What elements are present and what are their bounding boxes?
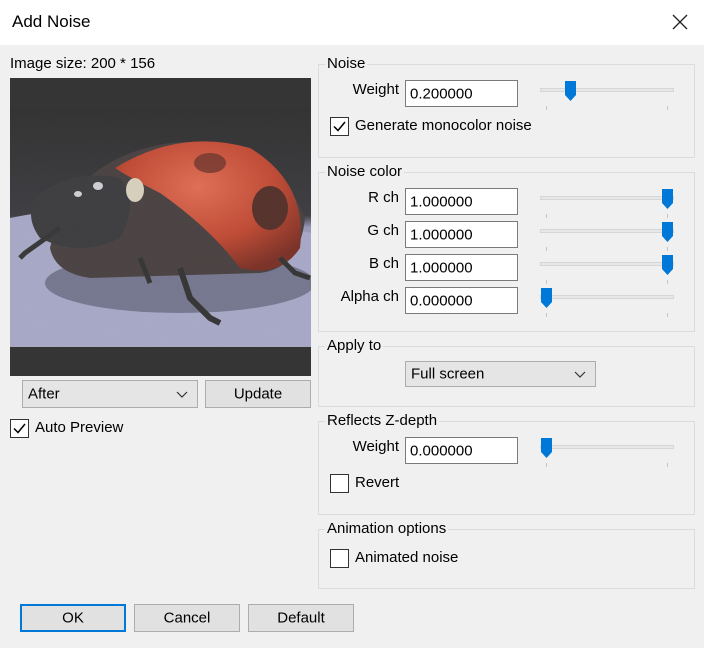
- slider-tick: [546, 214, 547, 218]
- view-mode-value: After: [28, 385, 60, 403]
- g-channel-value: 1.000000: [410, 226, 473, 243]
- apply-to-select[interactable]: Full screen: [405, 361, 596, 387]
- b-channel-value: 1.000000: [410, 259, 473, 276]
- ok-button-label: OK: [62, 609, 84, 627]
- slider-thumb[interactable]: [662, 222, 673, 242]
- slider-tick: [667, 313, 668, 317]
- noise-group-title: Noise: [325, 55, 368, 72]
- cancel-button-label: Cancel: [163, 609, 211, 627]
- ok-button[interactable]: OK: [20, 604, 126, 632]
- b-channel-slider[interactable]: [540, 254, 674, 284]
- noise-weight-label: Weight: [352, 81, 399, 98]
- r-channel-label: R ch: [368, 189, 399, 206]
- z-depth-weight-slider[interactable]: [540, 437, 674, 467]
- animated-noise-label: Animated noise: [355, 549, 459, 566]
- alpha-channel-slider[interactable]: [540, 287, 674, 317]
- slider-track: [540, 445, 674, 449]
- slider-tick: [546, 313, 547, 317]
- z-depth-weight-value: 0.000000: [410, 442, 473, 459]
- monocolor-checkbox[interactable]: [330, 117, 349, 136]
- z-depth-group: [318, 421, 695, 515]
- noise-group: [318, 64, 695, 158]
- monocolor-label: Generate monocolor noise: [355, 117, 532, 134]
- g-channel-slider[interactable]: [540, 221, 674, 251]
- r-channel-input[interactable]: 1.000000: [405, 188, 518, 215]
- preview-bottom-bar: [10, 347, 311, 376]
- preview-image: [10, 108, 311, 347]
- window-title: Add Noise: [12, 12, 91, 31]
- slider-tick: [546, 280, 547, 284]
- slider-thumb[interactable]: [662, 255, 673, 275]
- auto-preview-label: Auto Preview: [35, 419, 124, 436]
- apply-to-value: Full screen: [411, 365, 485, 383]
- slider-tick: [667, 280, 668, 284]
- chevron-down-icon: [574, 371, 586, 378]
- noise-weight-value: 0.200000: [410, 85, 473, 102]
- title-bar: Add Noise: [0, 0, 704, 45]
- slider-tick: [667, 463, 668, 467]
- r-channel-slider[interactable]: [540, 188, 674, 218]
- slider-tick: [667, 106, 668, 110]
- alpha-channel-value: 0.000000: [410, 292, 473, 309]
- g-channel-label: G ch: [367, 222, 399, 239]
- slider-track: [540, 295, 674, 299]
- slider-tick: [667, 247, 668, 251]
- checkmark-icon: [13, 423, 26, 434]
- update-button[interactable]: Update: [205, 380, 311, 408]
- r-channel-value: 1.000000: [410, 193, 473, 210]
- g-channel-input[interactable]: 1.000000: [405, 221, 518, 248]
- z-depth-weight-label: Weight: [352, 438, 399, 455]
- slider-thumb[interactable]: [541, 288, 552, 308]
- slider-tick: [546, 106, 547, 110]
- animated-noise-checkbox[interactable]: [330, 549, 349, 568]
- chevron-down-icon: [176, 391, 188, 398]
- noise-color-group-title: Noise color: [325, 163, 405, 180]
- b-channel-label: B ch: [368, 255, 399, 272]
- slider-tick: [667, 214, 668, 218]
- image-size-label: Image size: 200 * 156: [10, 55, 156, 72]
- close-button[interactable]: [664, 6, 696, 38]
- slider-track: [540, 262, 674, 266]
- slider-thumb[interactable]: [565, 81, 577, 101]
- apply-to-group-title: Apply to: [325, 337, 384, 354]
- slider-thumb[interactable]: [541, 438, 552, 458]
- view-mode-select[interactable]: After: [22, 380, 198, 408]
- noise-weight-slider[interactable]: [540, 80, 674, 110]
- checkmark-icon: [333, 121, 346, 132]
- slider-tick: [546, 247, 547, 251]
- default-button[interactable]: Default: [248, 604, 354, 632]
- noise-weight-input[interactable]: 0.200000: [405, 80, 518, 107]
- slider-track: [540, 229, 674, 233]
- animation-group-title: Animation options: [325, 520, 449, 537]
- slider-tick: [546, 463, 547, 467]
- z-depth-weight-input[interactable]: 0.000000: [405, 437, 518, 464]
- alpha-channel-input[interactable]: 0.000000: [405, 287, 518, 314]
- alpha-channel-label: Alpha ch: [340, 288, 399, 305]
- revert-label: Revert: [355, 474, 400, 491]
- b-channel-input[interactable]: 1.000000: [405, 254, 518, 281]
- slider-thumb[interactable]: [662, 189, 673, 209]
- slider-track: [540, 196, 674, 200]
- default-button-label: Default: [277, 609, 325, 627]
- slider-track: [540, 88, 674, 92]
- close-icon: [672, 14, 688, 30]
- auto-preview-checkbox[interactable]: [10, 419, 29, 438]
- z-depth-group-title: Reflects Z-depth: [325, 412, 440, 429]
- revert-checkbox[interactable]: [330, 474, 349, 493]
- cancel-button[interactable]: Cancel: [134, 604, 240, 632]
- preview-top-bar: [10, 78, 311, 108]
- update-button-label: Update: [233, 385, 283, 403]
